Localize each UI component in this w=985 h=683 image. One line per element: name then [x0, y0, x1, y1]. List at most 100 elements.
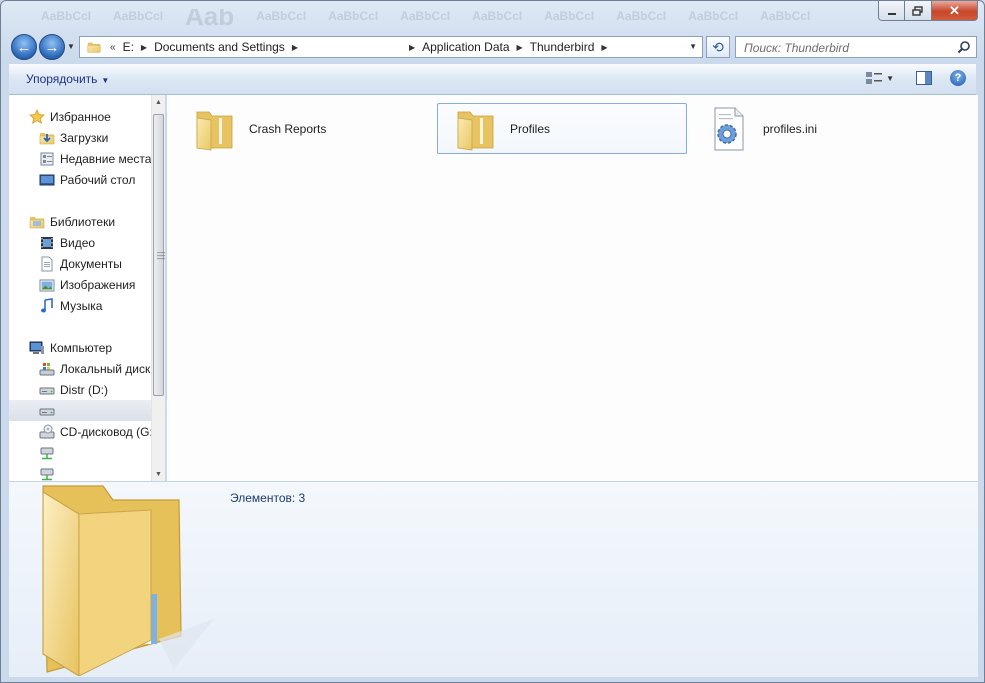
file-item-profiles-ini[interactable]: profiles.ini [691, 103, 941, 154]
computer-icon [29, 341, 44, 354]
nav-item-label: Рабочий стол [60, 172, 136, 187]
hidden-crumbs-icon[interactable]: « [110, 42, 116, 53]
nav-item-network-drive[interactable] [9, 463, 165, 481]
nav-item-network-drive[interactable] [9, 442, 165, 463]
ghost-text: Aab [185, 9, 235, 31]
chevron-right-icon[interactable]: ▶ [141, 43, 147, 52]
chevron-right-icon[interactable]: ▶ [409, 43, 415, 52]
nav-item-recent-places[interactable]: Недавние места [9, 148, 165, 169]
file-item-crash-reports[interactable]: Crash Reports [177, 103, 427, 154]
chevron-down-icon: ▼ [101, 76, 110, 85]
view-options-icon[interactable] [866, 71, 883, 85]
scroll-up-icon[interactable]: ▲ [152, 95, 165, 109]
nav-item-music[interactable]: Музыка [9, 295, 165, 316]
ghost-text: AaBbCcI [256, 9, 307, 23]
nav-item-desktop[interactable]: Рабочий стол [9, 169, 165, 190]
breadcrumb-drive[interactable]: E: [123, 40, 134, 54]
minimize-button[interactable] [878, 1, 905, 21]
ghost-text: AaBbCcI [400, 9, 451, 23]
music-icon [41, 297, 53, 312]
system-drive-icon [39, 362, 55, 375]
nav-item-label: Видео [60, 235, 96, 250]
refresh-icon: ⟲ [712, 38, 724, 55]
ghost-text: AaBbCcI [472, 9, 523, 23]
view-dropdown-icon[interactable]: ▼ [886, 74, 894, 83]
scrollbar-thumb[interactable]: — — — [153, 114, 165, 396]
nav-favorites-label: Избранное [50, 109, 111, 124]
nav-item-label: Загрузки [60, 130, 109, 145]
address-history-dropdown[interactable]: ▼ [689, 42, 697, 51]
documents-icon [41, 256, 53, 271]
nav-favorites[interactable]: Избранное [9, 106, 165, 127]
nav-item-pictures[interactable]: Изображения [9, 274, 165, 295]
organize-button[interactable]: Упорядочить ▼ [26, 72, 109, 86]
navigation-bar: ← → ▼ « E: ▶ Documents and Settings ▶ ▶ … [9, 33, 977, 61]
breadcrumb-application-data[interactable]: Application Data [422, 40, 509, 54]
close-button[interactable]: ✕ [932, 1, 978, 21]
command-bar: Упорядочить ▼ ▼ ? [9, 64, 976, 95]
nav-item-distr-drive[interactable]: Distr (D:) [9, 379, 165, 400]
nav-item-documents[interactable]: Документы [9, 253, 165, 274]
recent-pages-dropdown[interactable]: ▼ [67, 42, 75, 51]
search-input[interactable] [742, 38, 956, 58]
restore-icon [912, 5, 923, 16]
toolbar-right: ▼ ? [866, 70, 966, 86]
folder-icon [196, 111, 233, 150]
ghost-text: AaBbCcI [760, 9, 811, 23]
nav-item-label: Музыка [60, 298, 103, 313]
nav-libraries-label: Библиотеки [50, 214, 116, 229]
desktop-icon [39, 174, 55, 185]
address-bar[interactable]: « E: ▶ Documents and Settings ▶ ▶ Applic… [79, 36, 703, 58]
search-box [735, 36, 977, 58]
nav-item-label: Документы [60, 256, 122, 271]
nav-pane-scrollbar[interactable]: ▲ — — — ▼ [151, 95, 165, 481]
chevron-down-icon: ▼ [67, 42, 75, 51]
ghost-text: AaBbCcI [544, 9, 595, 23]
help-icon: ? [954, 72, 962, 84]
refresh-button[interactable]: ⟲ [706, 36, 730, 58]
chevron-right-icon[interactable]: ▶ [292, 43, 298, 52]
folder-icon [86, 40, 102, 54]
chevron-right-icon[interactable]: ▶ [517, 43, 523, 52]
title-bar: AaBbCcI AaBbCcI Aab AaBbCcI AaBbCcI AaBbCcI Aa… [1, 1, 984, 31]
file-name: Crash Reports [249, 121, 327, 136]
nav-item-drive-selected[interactable] [9, 400, 165, 421]
back-button[interactable]: ← [11, 34, 37, 60]
nav-item-label: Локальный диск [60, 361, 151, 376]
nav-item-label: CD-дисковод (G: [60, 424, 153, 439]
folder-icon [42, 485, 214, 676]
breadcrumb-documents-and-settings[interactable]: Documents and Settings [154, 40, 285, 54]
video-icon [41, 236, 53, 249]
search-icon[interactable] [957, 40, 971, 54]
nav-item-local-disk[interactable]: Локальный диск [9, 358, 165, 379]
file-name: profiles.ini [763, 121, 818, 136]
nav-item-downloads[interactable]: Загрузки [9, 127, 165, 148]
chevron-right-icon[interactable]: ▶ [601, 43, 607, 52]
maximize-button[interactable] [905, 1, 932, 21]
nav-item-cd-drive[interactable]: CD-дисковод (G: [9, 421, 165, 442]
grip-icon: — — — [157, 248, 165, 263]
nav-computer[interactable]: Компьютер [9, 337, 165, 358]
ghost-text: AaBbCcI [113, 9, 164, 23]
forward-button[interactable]: → [39, 34, 65, 60]
hard-drive-icon [39, 408, 55, 415]
breadcrumb-thunderbird[interactable]: Thunderbird [530, 40, 595, 54]
ghost-text: AaBbCcI [616, 9, 667, 23]
minimize-icon [887, 12, 896, 15]
file-item-profiles[interactable]: Profiles [437, 103, 687, 154]
nav-item-label: Изображения [60, 277, 136, 292]
preview-pane-icon[interactable] [916, 71, 932, 85]
close-icon: ✕ [949, 2, 960, 18]
help-button[interactable]: ? [950, 70, 966, 86]
file-name: Profiles [510, 121, 551, 136]
nav-item-label: Distr (D:) [60, 382, 108, 397]
ghost-text: AaBbCcI [688, 9, 739, 23]
nav-item-label: Недавние места [60, 151, 152, 166]
ghost-text: AaBbCcI [328, 9, 379, 23]
folder-icon [457, 111, 494, 150]
nav-item-videos[interactable]: Видео [9, 232, 165, 253]
recent-places-icon [40, 152, 54, 165]
nav-libraries[interactable]: Библиотеки [9, 211, 165, 232]
scroll-down-icon[interactable]: ▼ [152, 467, 165, 481]
hard-drive-icon [39, 387, 55, 394]
